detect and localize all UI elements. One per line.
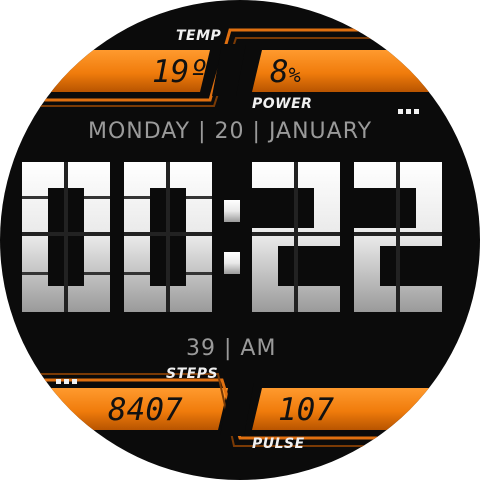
time-text: 00 22 [0, 0, 1, 1]
watch-face: TEMP 19º 8% POWER MONDAY | 20 | JANUARY … [0, 0, 480, 480]
temp-label: TEMP [176, 28, 222, 44]
steps-label: STEPS [166, 366, 219, 382]
minute-digit-1 [252, 162, 340, 312]
day-of-week: MONDAY [88, 119, 191, 144]
month: JANUARY [268, 119, 373, 144]
steps-value: 8407 [108, 392, 183, 428]
am-pm: AM [240, 336, 277, 361]
power-number: 8 [270, 54, 289, 90]
pulse-label: PULSE [252, 436, 305, 452]
date-line: MONDAY | 20 | JANUARY [88, 119, 372, 144]
hour-digit-1 [22, 162, 110, 312]
seconds-line: 39 | AM [186, 336, 276, 361]
power-label: POWER [252, 96, 313, 112]
upper-divider [212, 44, 246, 96]
pulse-value: 107 [278, 392, 334, 428]
background-graphics [0, 28, 480, 447]
colon-separator [224, 200, 240, 274]
day-of-month: 20 [214, 119, 245, 144]
minute-digit-2 [354, 162, 442, 312]
seconds: 39 [186, 336, 216, 361]
seconds-separator: | [224, 336, 233, 361]
hours-text: 00 [0, 0, 1, 1]
date-separator: | [198, 119, 207, 144]
temp-value: 19º [152, 54, 208, 90]
time-digits [22, 162, 442, 312]
power-value: 8% [270, 54, 301, 90]
date-separator-2: | [252, 119, 261, 144]
power-unit: % [288, 63, 301, 87]
hour-digit-2 [124, 162, 212, 312]
dots-indicator-icon [398, 101, 422, 119]
dots-indicator-icon [56, 371, 80, 389]
